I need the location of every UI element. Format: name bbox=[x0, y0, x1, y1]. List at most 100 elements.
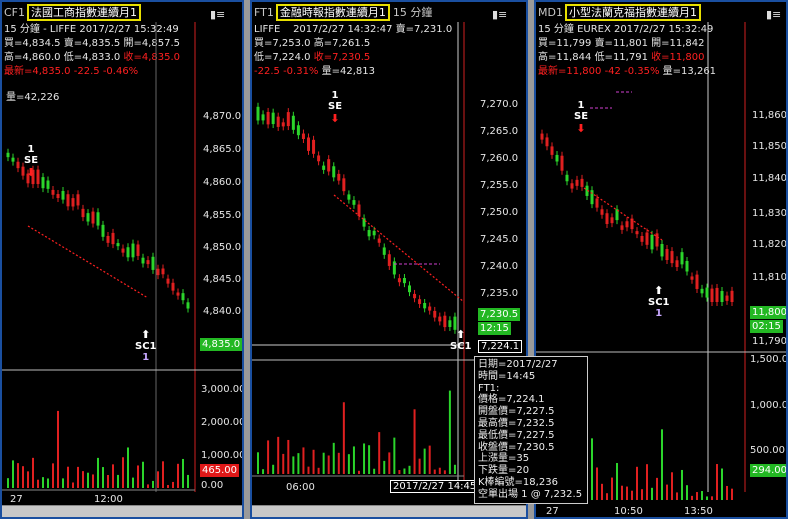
volume-bar bbox=[112, 464, 114, 488]
candle-body bbox=[540, 133, 544, 140]
candle-body bbox=[51, 189, 55, 195]
tooltip-line: FT1: bbox=[478, 382, 500, 394]
candle-body bbox=[402, 278, 406, 284]
volume-bar bbox=[611, 477, 613, 500]
volume-bar bbox=[322, 452, 325, 474]
volume-tick: 3,000.00 bbox=[201, 384, 244, 395]
candle-body bbox=[695, 274, 699, 289]
tooltip-line: 收盤價=7,230.5 bbox=[478, 441, 555, 453]
volume-bar bbox=[731, 488, 733, 500]
candle-body bbox=[111, 232, 115, 245]
volume-bar bbox=[676, 492, 678, 500]
volume-bar bbox=[292, 456, 295, 474]
volume-bar bbox=[312, 449, 315, 474]
candle-body bbox=[327, 159, 331, 172]
up-arrow-icon: ⬆ bbox=[141, 328, 151, 341]
candle-body bbox=[640, 235, 644, 242]
candle-body bbox=[307, 137, 310, 151]
volume-tag: 294.00 bbox=[750, 464, 787, 477]
volume-bar bbox=[257, 452, 259, 474]
candle-body bbox=[357, 204, 361, 217]
candle-body bbox=[81, 208, 85, 218]
volume-bar bbox=[57, 410, 59, 488]
candle-body bbox=[186, 302, 190, 309]
candle-body bbox=[645, 232, 649, 245]
candle-body bbox=[291, 115, 295, 130]
candle-body bbox=[176, 292, 180, 296]
horizontal-scrollbar[interactable] bbox=[252, 505, 526, 517]
chart-pane-cf1[interactable]: CF1法國工商指數連續月1 15 分鐘 - LIFFE 2017/2/27 15… bbox=[0, 0, 244, 519]
candle-body bbox=[595, 198, 599, 208]
candle-body bbox=[71, 198, 75, 207]
volume-bar bbox=[383, 460, 386, 474]
candle-body bbox=[448, 320, 452, 327]
candle-body bbox=[76, 194, 80, 206]
volume-bar bbox=[363, 443, 366, 474]
x-tick: 12:00 bbox=[94, 494, 123, 505]
candle-body bbox=[286, 112, 290, 127]
y-tick: 4,840.0 bbox=[203, 306, 242, 317]
volume-bar bbox=[62, 478, 64, 488]
volume-bar bbox=[408, 465, 411, 474]
volume-bar bbox=[182, 458, 184, 488]
volume-bar bbox=[262, 469, 265, 474]
volume-bar bbox=[332, 442, 335, 474]
candle-body bbox=[433, 310, 437, 318]
volume-bar bbox=[418, 458, 421, 474]
candle-body bbox=[281, 122, 285, 127]
volume-bar bbox=[671, 472, 673, 500]
volume-bar bbox=[393, 437, 396, 474]
volume-bar bbox=[132, 477, 134, 488]
volume-bar bbox=[423, 448, 426, 474]
volume-bar bbox=[438, 467, 441, 474]
volume-bar bbox=[443, 470, 446, 474]
volume-bar bbox=[87, 472, 89, 488]
volume-tick: 0.00 bbox=[201, 480, 224, 491]
bar-time-tag: 12:15 bbox=[478, 322, 511, 335]
volume-bar bbox=[102, 467, 104, 488]
volume-tick: 500.00 bbox=[750, 445, 785, 456]
volume-bar bbox=[272, 464, 275, 474]
horizontal-scrollbar[interactable] bbox=[2, 505, 242, 517]
candle-body bbox=[428, 306, 432, 311]
candle-body bbox=[86, 213, 90, 222]
volume-bar bbox=[641, 489, 643, 500]
candle-body bbox=[151, 256, 155, 270]
candle-body bbox=[565, 174, 569, 182]
volume-bar bbox=[17, 463, 19, 488]
volume-bar bbox=[337, 452, 340, 474]
candle-body bbox=[730, 290, 734, 302]
up-arrow-icon: ⬆ bbox=[654, 284, 664, 297]
y-tick: 11,850 bbox=[752, 141, 787, 152]
volume-bar bbox=[177, 463, 179, 488]
candle-body bbox=[66, 194, 70, 207]
y-tick: 11,860 bbox=[752, 110, 787, 121]
candle-body bbox=[266, 111, 270, 125]
y-tick: 11,820 bbox=[752, 239, 787, 250]
candle-body bbox=[600, 209, 604, 215]
volume-bar bbox=[22, 466, 24, 488]
volume-tag: 465.00 bbox=[200, 464, 239, 477]
last-price-tag: 7,230.5 bbox=[478, 308, 521, 321]
candle-body bbox=[372, 230, 376, 236]
volume-bar bbox=[398, 470, 401, 474]
cursor-time-box: 2017/2/27 14:45 bbox=[390, 480, 480, 493]
candle-body bbox=[550, 146, 554, 155]
volume-bar bbox=[127, 447, 129, 488]
candle-body bbox=[387, 254, 391, 266]
x-tick: 27 bbox=[10, 494, 23, 505]
candle-body bbox=[710, 288, 714, 302]
down-arrow-icon: ⬇ bbox=[26, 166, 36, 179]
volume-bar bbox=[347, 454, 350, 474]
volume-tick: 1,000.00 bbox=[750, 400, 788, 411]
price-chart bbox=[2, 22, 242, 492]
y-tick: 4,865.0 bbox=[203, 144, 242, 155]
y-tick: 7,250.0 bbox=[480, 207, 519, 218]
candle-body bbox=[11, 157, 15, 162]
volume-bar bbox=[327, 455, 330, 474]
candle-body bbox=[685, 260, 689, 272]
last-price-tag: 4,835.0 bbox=[200, 338, 242, 351]
candle-body bbox=[261, 114, 265, 121]
volume-tick: 1,000.00 bbox=[201, 450, 244, 461]
volume-bar bbox=[157, 471, 159, 488]
